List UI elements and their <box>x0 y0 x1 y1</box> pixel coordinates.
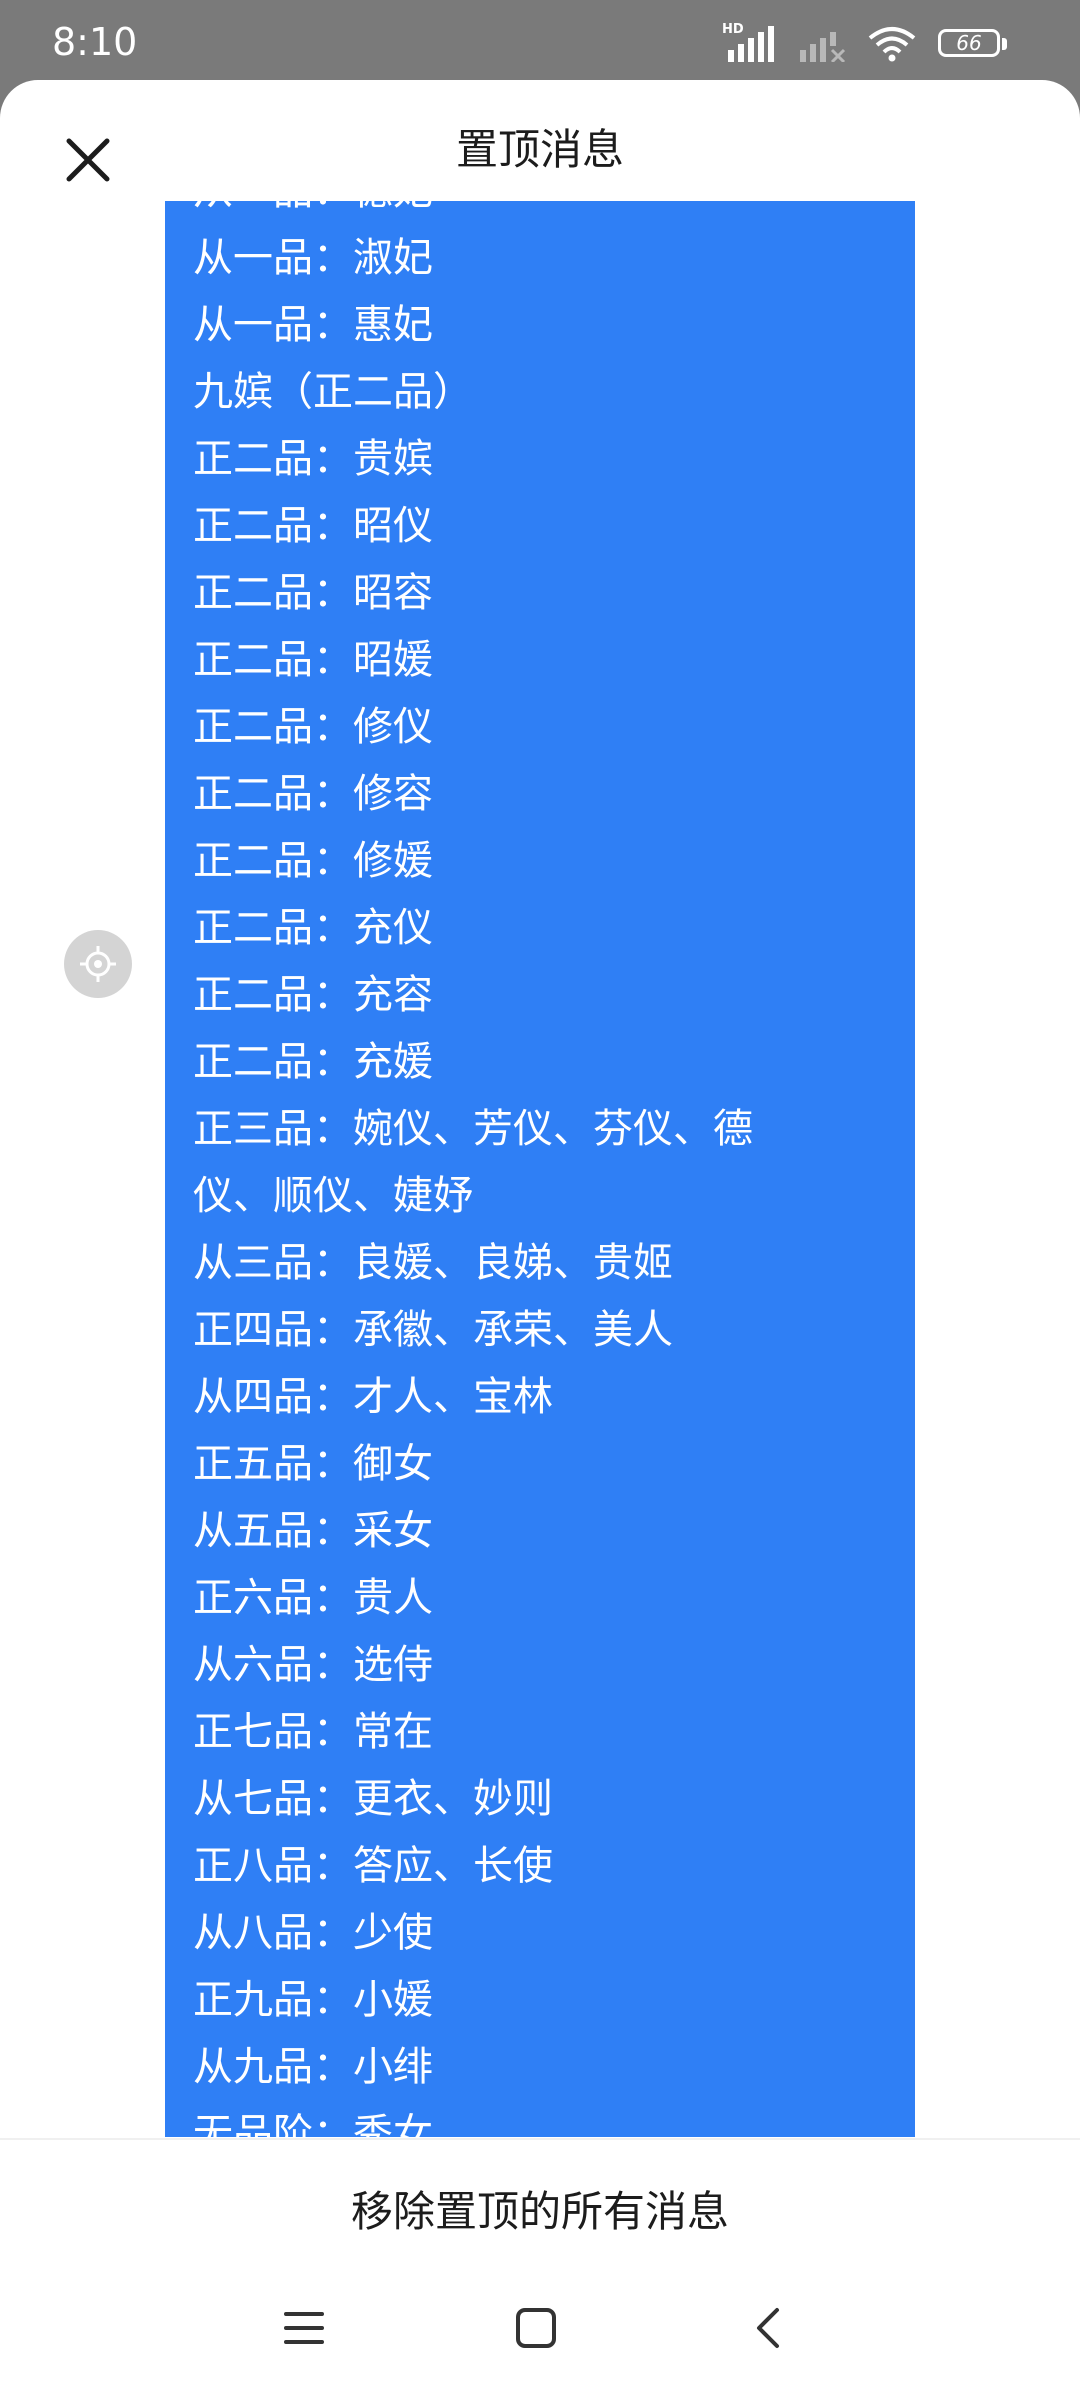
status-bar: 8:10 HD 66 <box>0 0 1080 82</box>
footer-divider <box>0 2138 1080 2140</box>
message-line: 从六品：选侍 <box>193 1642 433 1688</box>
message-line: 从五品：采女 <box>193 1508 433 1554</box>
message-line: 正六品：贵人 <box>193 1575 433 1621</box>
message-line: 正二品：昭容 <box>193 570 433 616</box>
message-line: 正二品：修媛 <box>193 838 433 884</box>
page-title: 置顶消息 <box>455 125 624 174</box>
back-icon <box>757 2308 779 2348</box>
back-button[interactable] <box>730 2290 806 2366</box>
message-line: 正二品：贵嫔 <box>193 436 433 482</box>
status-icons: HD 66 <box>722 22 1010 64</box>
message-line: 九嫔（正二品） <box>193 369 473 415</box>
signal-hd-icon: HD <box>722 22 776 62</box>
message-line: 正二品：充容 <box>193 972 433 1018</box>
menu-button[interactable] <box>266 2290 342 2366</box>
message-line: 正二品：充媛 <box>193 1039 433 1085</box>
message-line: 无品阶：秀女 <box>193 2111 433 2137</box>
battery-icon: 66 <box>938 27 1010 61</box>
pinned-messages-sheet: 置顶消息 从一品：德妃 从一品：淑妃 从一品：惠妃 九嫔（正二品） 正二品：贵嫔… <box>0 80 1080 2400</box>
system-nav-bar <box>0 2256 1080 2400</box>
locate-message-button[interactable] <box>64 930 132 998</box>
message-line: 正七品：常在 <box>193 1709 433 1755</box>
message-line: 正二品：修容 <box>193 771 433 817</box>
signal-no-service-icon <box>798 26 846 64</box>
message-line: 正八品：答应、长使 <box>193 1843 553 1889</box>
wifi-icon <box>868 26 916 62</box>
home-icon <box>516 2308 556 2348</box>
message-line: 正二品：修仪 <box>193 704 433 750</box>
message-line: 仪、顺仪、婕妤 <box>193 1173 473 1219</box>
message-line: 从八品：少使 <box>193 1910 433 1956</box>
message-line: 从一品：惠妃 <box>193 302 433 348</box>
battery-level: 66 <box>956 31 982 55</box>
message-line: 从一品：德妃 <box>193 201 893 225</box>
menu-icon <box>284 2312 324 2344</box>
crosshair-icon <box>80 946 116 982</box>
message-line: 正四品：承徽、承荣、美人 <box>193 1307 673 1353</box>
message-line: 正二品：充仪 <box>193 905 433 951</box>
message-line: 正二品：昭媛 <box>193 637 433 683</box>
unpin-all-button[interactable]: 移除置顶的所有消息 <box>0 2178 1080 2239</box>
message-line: 从三品：良媛、良娣、贵姬 <box>193 1240 673 1286</box>
message-line: 从四品：才人、宝林 <box>193 1374 553 1420</box>
message-line: 正二品：昭仪 <box>193 503 433 549</box>
message-line: 从七品：更衣、妙则 <box>193 1776 553 1822</box>
message-line: 从一品：淑妃 <box>193 235 433 281</box>
message-line: 正五品：御女 <box>193 1441 433 1487</box>
message-text: 从一品：德妃 从一品：淑妃 从一品：惠妃 九嫔（正二品） 正二品：贵嫔 正二品：… <box>193 201 893 2137</box>
status-time: 8:10 <box>52 20 138 64</box>
pinned-message-bubble[interactable]: 从一品：德妃 从一品：淑妃 从一品：惠妃 九嫔（正二品） 正二品：贵嫔 正二品：… <box>165 201 915 2137</box>
sheet-header: 置顶消息 <box>0 80 1080 200</box>
message-line: 正三品：婉仪、芳仪、芬仪、德 <box>193 1106 753 1152</box>
message-line: 从九品：小绯 <box>193 2044 433 2090</box>
home-button[interactable] <box>498 2290 574 2366</box>
message-line: 正九品：小媛 <box>193 1977 433 2023</box>
